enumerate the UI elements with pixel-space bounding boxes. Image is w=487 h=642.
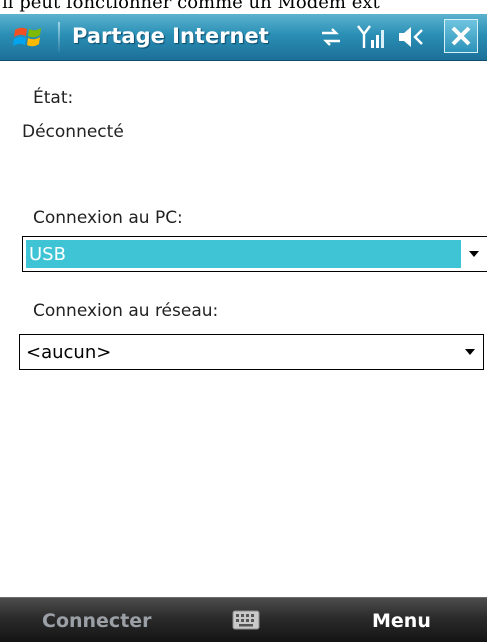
- selection-highlight: [26, 240, 461, 268]
- dropdown-arrow-icon[interactable]: [465, 349, 475, 355]
- title-separator: [58, 22, 60, 52]
- close-button[interactable]: [444, 19, 478, 53]
- softkey-bar: Connecter Menu: [0, 597, 487, 642]
- network-connection-select[interactable]: <aucun>: [19, 334, 484, 370]
- dropdown-arrow-icon[interactable]: [469, 251, 479, 257]
- status-label: État:: [33, 88, 74, 108]
- close-icon: [451, 26, 471, 46]
- pc-connection-label: Connexion au PC:: [33, 208, 183, 228]
- status-value: Déconnecté: [22, 122, 124, 142]
- pc-connection-select[interactable]: USB: [22, 236, 487, 272]
- page-top-text: il peut fonctionner comme un Modem ext: [0, 0, 487, 14]
- start-flag-icon[interactable]: [12, 21, 44, 53]
- menu-softkey[interactable]: Menu: [372, 610, 431, 632]
- page-top-text-content: il peut fonctionner comme un Modem ext: [2, 0, 380, 13]
- window-title: Partage Internet: [72, 24, 269, 48]
- title-bar: Partage Internet: [0, 14, 487, 61]
- connect-softkey[interactable]: Connecter: [42, 610, 152, 632]
- connectivity-icon[interactable]: [318, 24, 344, 50]
- network-connection-label: Connexion au réseau:: [33, 301, 219, 321]
- pc-connection-value: USB: [29, 244, 66, 265]
- volume-icon[interactable]: [395, 24, 429, 50]
- keyboard-icon[interactable]: [232, 610, 260, 630]
- signal-icon[interactable]: [356, 24, 384, 50]
- network-connection-value: <aucun>: [26, 342, 112, 363]
